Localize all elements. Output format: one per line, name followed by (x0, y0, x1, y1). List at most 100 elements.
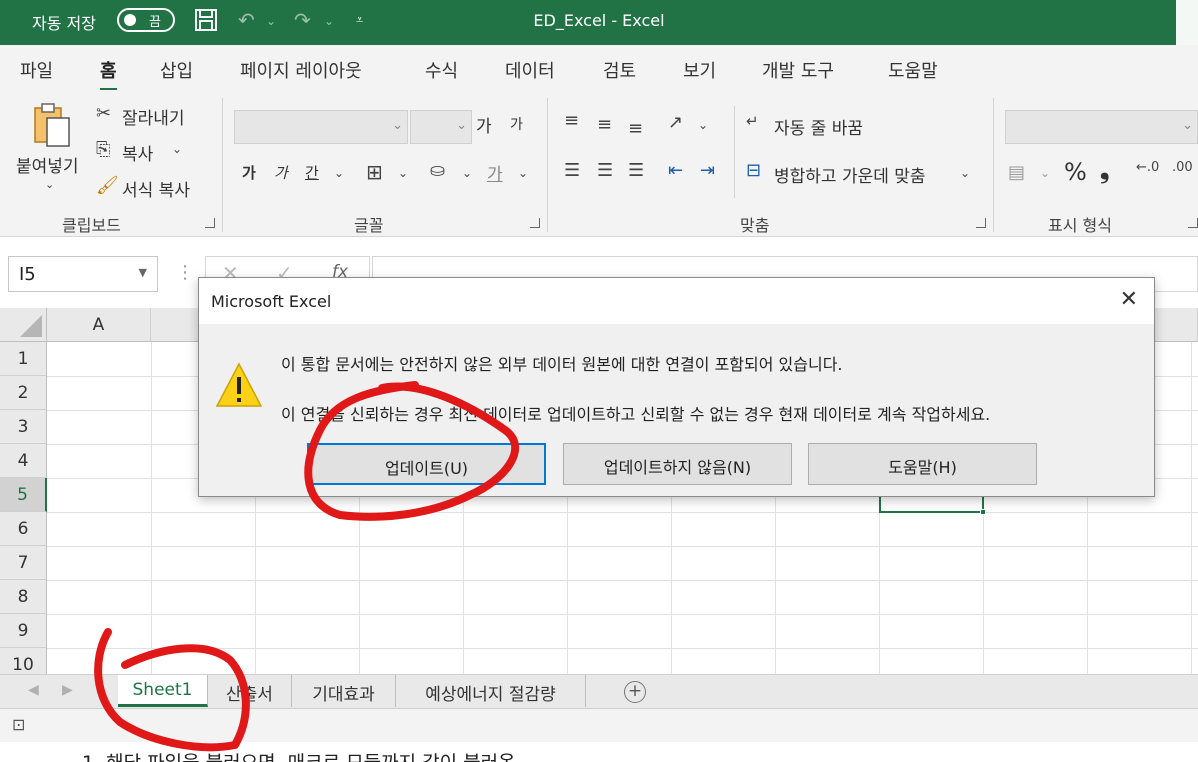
tab-formulas[interactable]: 수식 (425, 57, 458, 83)
dialog-message-1: 이 통합 문서에는 안전하지 않은 외부 데이터 원본에 대한 연결이 포함되어… (281, 355, 843, 374)
paste-dropdown-icon[interactable]: ⌄ (45, 178, 54, 191)
format-painter-icon[interactable]: 🖌 (96, 175, 119, 196)
orientation-dropdown-icon[interactable]: ⌄ (698, 118, 708, 132)
sheet-tab-2[interactable]: 산출서 (208, 675, 292, 707)
row-header-2[interactable]: 2 (0, 376, 47, 410)
italic-button[interactable]: 가 (274, 162, 288, 183)
fill-handle[interactable] (980, 509, 986, 515)
merge-dropdown-icon[interactable]: ⌄ (960, 166, 970, 180)
increase-indent-icon[interactable]: ⇥ (700, 160, 715, 181)
row-header-6[interactable]: 6 (0, 512, 47, 546)
align-top-icon[interactable]: ≡ (564, 110, 579, 131)
tab-help[interactable]: 도움말 (888, 57, 938, 83)
shrink-font-button[interactable]: 가 (510, 114, 523, 134)
font-color-button[interactable]: 가 (487, 160, 503, 185)
clipboard-launcher-icon[interactable] (205, 218, 215, 228)
fill-dropdown-icon[interactable]: ⌄ (462, 166, 472, 180)
status-bar: ⊡ (0, 708, 1198, 742)
cut-button[interactable]: 잘라내기 (122, 104, 185, 129)
row-header-1[interactable]: 1 (0, 342, 47, 376)
row-header-3[interactable]: 3 (0, 410, 47, 444)
paste-icon[interactable] (33, 102, 77, 150)
copy-button[interactable]: 복사 (122, 140, 153, 165)
underline-dropdown-icon[interactable]: ⌄ (334, 166, 344, 180)
font-launcher-icon[interactable] (530, 218, 540, 228)
tab-file[interactable]: 파일 (20, 57, 53, 83)
merge-center-button[interactable]: 병합하고 가운데 맞춤 (774, 162, 926, 187)
decrease-decimal-icon[interactable]: .00 (1172, 160, 1193, 175)
wrap-text-icon[interactable]: ↵ (746, 112, 759, 130)
row-header-4[interactable]: 4 (0, 444, 47, 478)
alignment-group-label: 맞춤 (740, 216, 770, 235)
accounting-dropdown-icon[interactable]: ⌄ (1040, 166, 1050, 180)
update-button[interactable]: 업데이트(U) (307, 443, 546, 485)
percent-style-button[interactable]: % (1064, 158, 1087, 186)
tab-view[interactable]: 보기 (683, 57, 716, 83)
grid-line (47, 546, 1198, 547)
border-dropdown-icon[interactable]: ⌄ (398, 166, 408, 180)
tab-review[interactable]: 검토 (603, 57, 636, 83)
orientation-icon[interactable]: ↗ (668, 112, 683, 133)
tab-data[interactable]: 데이터 (505, 57, 555, 83)
sheet-tab-3[interactable]: 기대효과 (292, 675, 396, 707)
dont-update-button[interactable]: 업데이트하지 않음(N) (563, 443, 792, 485)
row-header-8[interactable]: 8 (0, 580, 47, 614)
macro-record-icon[interactable]: ⊡ (12, 715, 25, 734)
align-center-icon[interactable]: ☰ (597, 160, 613, 181)
font-size-combo[interactable]: ⌄ (410, 110, 472, 144)
sheet-tab-sheet1[interactable]: Sheet1 (118, 675, 208, 707)
font-name-combo[interactable]: ⌄ (234, 110, 408, 144)
paste-label[interactable]: 붙여넣기 (16, 152, 79, 177)
copy-icon[interactable]: ⎘ (96, 139, 110, 160)
window-edge (1176, 0, 1198, 45)
scroll-right-icon[interactable]: ▶ (62, 682, 73, 698)
grid-line (1191, 342, 1192, 674)
scroll-left-icon[interactable]: ◀ (28, 682, 39, 698)
tab-developer[interactable]: 개발 도구 (762, 57, 834, 83)
help-button[interactable]: 도움말(H) (808, 443, 1037, 485)
cut-icon[interactable]: ✂ (96, 103, 111, 124)
number-format-combo[interactable]: ⌄ (1005, 110, 1198, 144)
copy-dropdown-icon[interactable]: ⌄ (172, 142, 182, 156)
dialog-title-bar: Microsoft Excel ✕ (199, 278, 1154, 324)
row-header-7[interactable]: 7 (0, 546, 47, 580)
separator (993, 98, 994, 232)
name-box[interactable]: I5 ▼ (8, 256, 158, 292)
row-header-10[interactable]: 10 (0, 648, 47, 674)
align-left-icon[interactable]: ☰ (564, 160, 580, 181)
font-color-dropdown-icon[interactable]: ⌄ (518, 166, 528, 180)
format-painter-button[interactable]: 서식 복사 (122, 176, 190, 201)
increase-decimal-icon[interactable]: ←.0 (1136, 160, 1159, 175)
decrease-indent-icon[interactable]: ⇤ (668, 160, 683, 181)
accounting-format-icon[interactable]: ▤ (1008, 162, 1025, 183)
align-middle-icon[interactable]: ≡ (597, 114, 612, 135)
chevron-down-icon: ⌄ (456, 118, 467, 133)
number-launcher-icon[interactable] (1188, 218, 1198, 228)
row-header-9[interactable]: 9 (0, 614, 47, 648)
bold-button[interactable]: 가 (242, 162, 256, 183)
underline-button[interactable]: 간 (305, 162, 319, 183)
sheet-tab-4[interactable]: 예상에너지 절감량 (396, 675, 586, 707)
fill-color-icon[interactable]: ⛀ (430, 160, 445, 181)
wrap-text-button[interactable]: 자동 줄 바꿈 (774, 114, 863, 139)
chevron-down-icon: ⌄ (1182, 118, 1193, 133)
grow-font-button[interactable]: 가 (476, 112, 492, 137)
tab-insert[interactable]: 삽입 (160, 57, 193, 83)
row-header-5[interactable]: 5 (0, 478, 47, 512)
select-all-button[interactable] (0, 308, 47, 342)
align-bottom-icon[interactable]: ≡ (628, 118, 643, 139)
merge-icon[interactable]: ⊟ (746, 160, 761, 181)
separator (547, 98, 548, 232)
close-icon[interactable]: ✕ (1120, 287, 1138, 312)
align-right-icon[interactable]: ☰ (628, 160, 644, 181)
grid-line (47, 580, 1198, 581)
name-box-dropdown-icon[interactable]: ▼ (139, 266, 147, 279)
tab-page-layout[interactable]: 페이지 레이아웃 (240, 57, 362, 83)
tab-home[interactable]: 홈 (100, 57, 117, 91)
alignment-launcher-icon[interactable] (976, 218, 986, 228)
comma-style-button[interactable]: ❟ (1100, 156, 1109, 184)
add-sheet-button[interactable]: + (624, 681, 646, 703)
sheet-tab-bar: ◀ ▶ Sheet1 산출서 기대효과 예상에너지 절감량 + (0, 674, 1198, 708)
border-icon[interactable]: ⊞ (366, 160, 383, 184)
column-header-a[interactable]: A (47, 308, 151, 342)
